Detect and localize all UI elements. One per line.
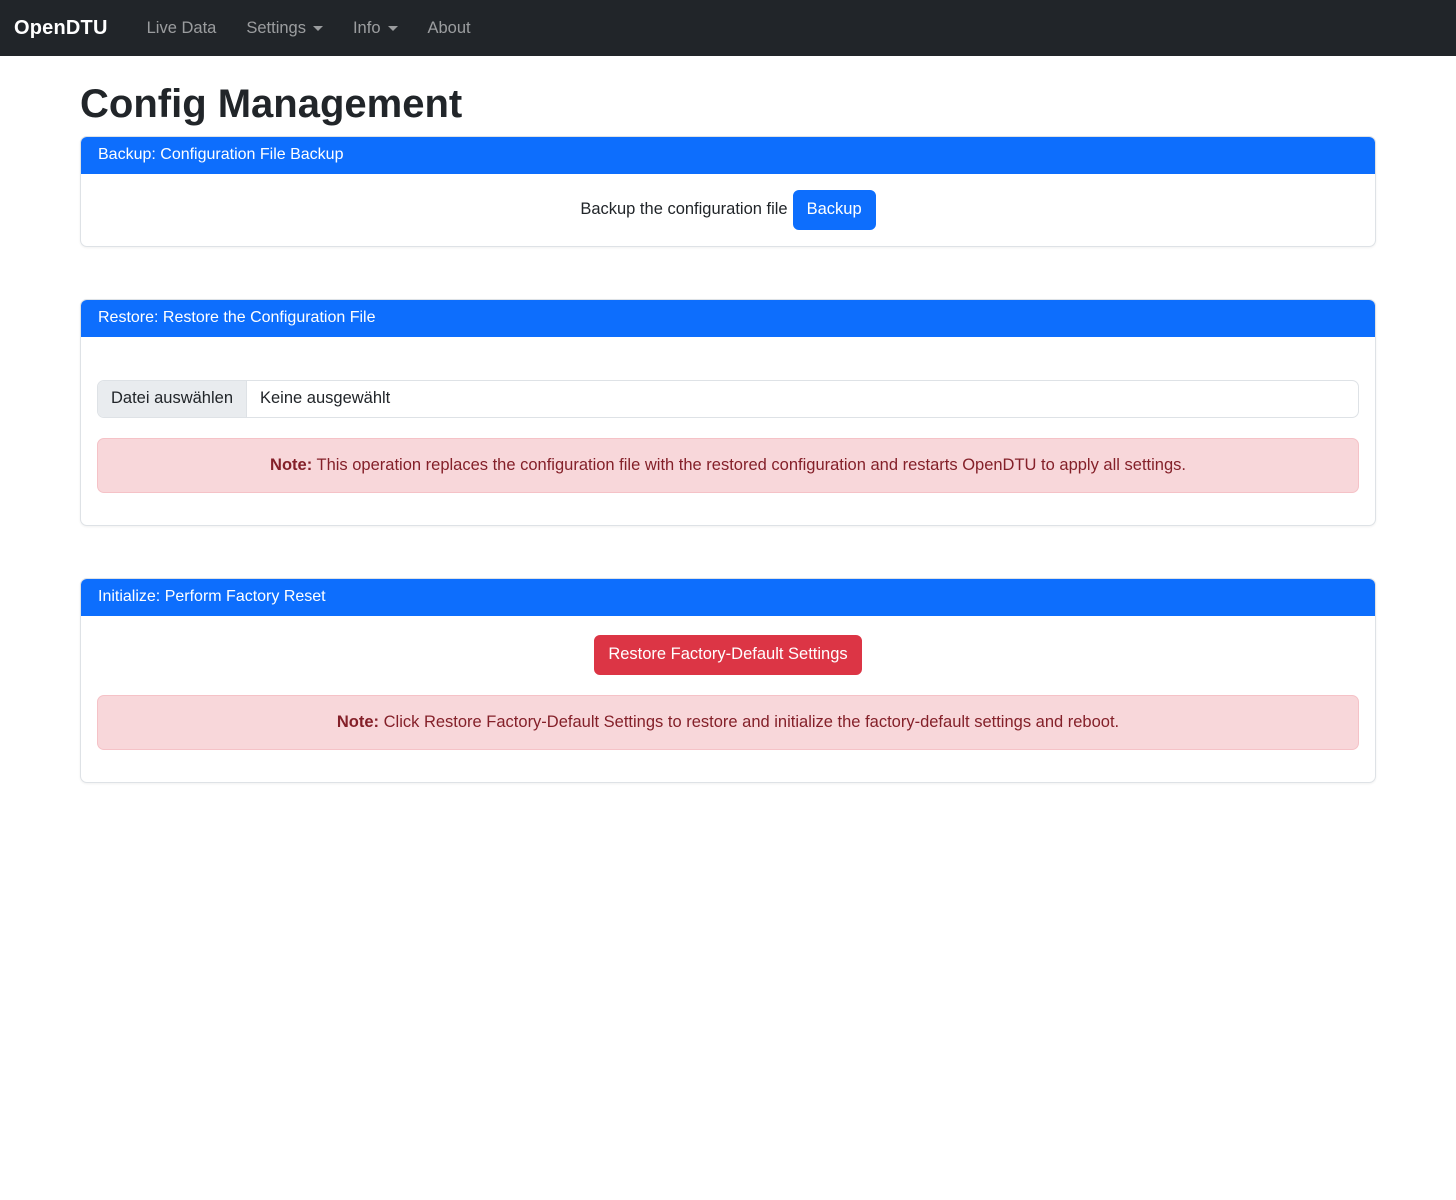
restore-note-alert: Note: This operation replaces the config… bbox=[97, 438, 1359, 493]
initialize-note-alert: Note: Click Restore Factory-Default Sett… bbox=[97, 695, 1359, 750]
file-chosen-status: Keine ausgewählt bbox=[247, 381, 403, 417]
nav-links: Live Data Settings Info About bbox=[132, 11, 486, 46]
initialize-card-header: Initialize: Perform Factory Reset bbox=[81, 579, 1375, 616]
note-label: Note: bbox=[337, 713, 379, 731]
main-container: Config Management Backup: Configuration … bbox=[80, 56, 1376, 783]
note-text: Click Restore Factory-Default Settings t… bbox=[384, 713, 1120, 731]
caret-down-icon bbox=[388, 26, 398, 31]
backup-card: Backup: Configuration File Backup Backup… bbox=[80, 136, 1376, 247]
nav-item-about[interactable]: About bbox=[413, 11, 486, 46]
initialize-card-body: Restore Factory-Default Settings Note: C… bbox=[81, 616, 1375, 782]
nav-item-label: Live Data bbox=[147, 19, 217, 38]
config-management-page: OpenDTU Live Data Settings Info About Co… bbox=[0, 0, 1456, 1200]
nav-item-label: About bbox=[428, 19, 471, 38]
nav-item-label: Settings bbox=[246, 19, 306, 38]
initialize-card: Initialize: Perform Factory Reset Restor… bbox=[80, 578, 1376, 783]
backup-description: Backup the configuration file bbox=[580, 200, 787, 219]
restore-card: Restore: Restore the Configuration File … bbox=[80, 299, 1376, 526]
navbar: OpenDTU Live Data Settings Info About bbox=[0, 0, 1456, 56]
config-file-input[interactable]: Datei auswählen Keine ausgewählt bbox=[97, 380, 1359, 418]
nav-item-label: Info bbox=[353, 19, 381, 38]
restore-card-header: Restore: Restore the Configuration File bbox=[81, 300, 1375, 337]
note-text: This operation replaces the configuratio… bbox=[317, 456, 1186, 474]
backup-button[interactable]: Backup bbox=[793, 190, 876, 230]
backup-card-body: Backup the configuration file Backup bbox=[81, 174, 1375, 246]
nav-item-info[interactable]: Info bbox=[338, 11, 413, 46]
backup-card-header: Backup: Configuration File Backup bbox=[81, 137, 1375, 174]
page-title: Config Management bbox=[80, 80, 1376, 128]
nav-item-live-data[interactable]: Live Data bbox=[132, 11, 232, 46]
caret-down-icon bbox=[313, 26, 323, 31]
nav-item-settings[interactable]: Settings bbox=[231, 11, 338, 46]
factory-reset-button[interactable]: Restore Factory-Default Settings bbox=[594, 635, 861, 675]
brand-opendtu[interactable]: OpenDTU bbox=[14, 17, 108, 40]
file-choose-button[interactable]: Datei auswählen bbox=[98, 381, 247, 417]
restore-card-body: Datei auswählen Keine ausgewählt Note: T… bbox=[81, 337, 1375, 525]
file-input-wrap: Datei auswählen Keine ausgewählt bbox=[97, 380, 1359, 418]
note-label: Note: bbox=[270, 456, 312, 474]
factory-reset-row: Restore Factory-Default Settings bbox=[97, 635, 1359, 675]
